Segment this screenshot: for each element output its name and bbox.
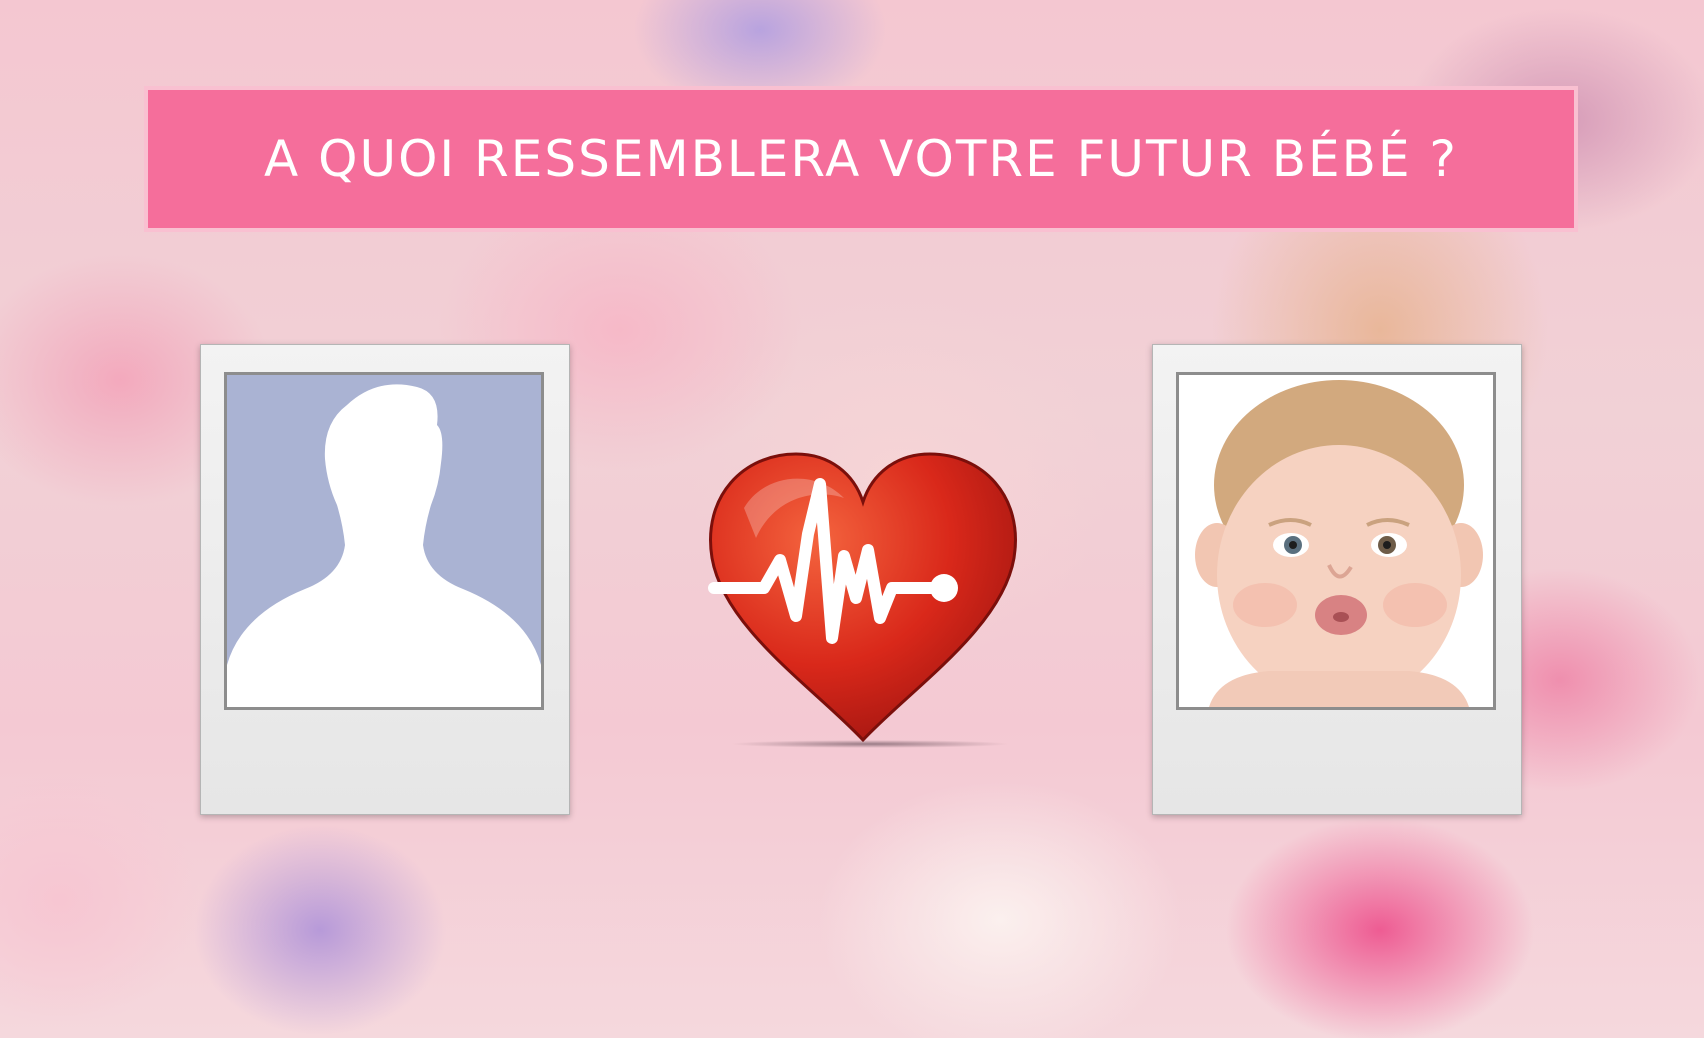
heart-shadow [730,740,1010,748]
heart-container [704,448,1022,748]
person-silhouette-icon [227,384,541,707]
baby-photo-frame[interactable] [1152,344,1522,815]
baby-photo-slot[interactable] [1176,372,1496,710]
baby-photo [1195,380,1483,707]
parent-photo-slot[interactable] [224,372,544,710]
page-title: A QUOI RESSEMBLERA VOTRE FUTUR BÉBÉ ? [264,130,1458,188]
page: { "title": "A QUOI RESSEMBLERA VOTRE FUT… [0,0,1704,1038]
heartbeat-heart-icon [708,452,1017,743]
parent-photo-frame[interactable] [200,344,570,815]
title-banner: A QUOI RESSEMBLERA VOTRE FUTUR BÉBÉ ? [144,86,1578,232]
